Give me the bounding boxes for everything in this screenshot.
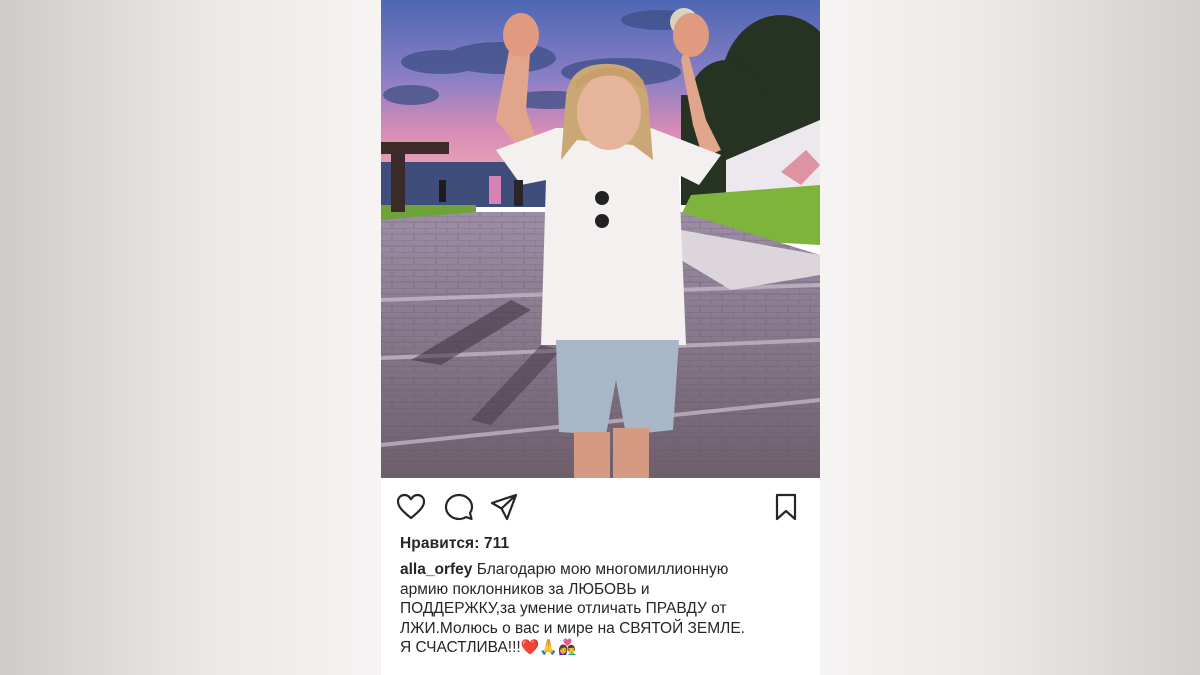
like-button[interactable] (396, 492, 426, 522)
caption-line-5: Я СЧАСТЛИВА!!!❤️🙏👩‍❤️‍👨 (400, 638, 795, 658)
bookmark-icon (775, 493, 797, 521)
photo-illustration (381, 0, 820, 478)
caption-emoji: ❤️🙏👩‍❤️‍👨 (520, 638, 577, 656)
caption-text: Благодарю мою многомиллионную (476, 561, 729, 578)
caption-line-1: alla_orfey Благодарю мою многомиллионную (400, 560, 795, 580)
heart-icon (396, 493, 426, 520)
instagram-post: Нравится: 711 alla_orfey Благодарю мою м… (381, 0, 820, 675)
caption-line-4: ЛЖИ.Молюсь о вас и мире на СВЯТОЙ ЗЕМЛЕ. (400, 619, 745, 637)
likes-count[interactable]: Нравится: 711 (400, 535, 509, 553)
paper-plane-icon (490, 493, 518, 521)
post-actions (381, 478, 820, 534)
post-photo[interactable] (381, 0, 820, 478)
comment-icon (444, 493, 474, 521)
caption-line-3: ПОДДЕРЖКУ,за умение отличать ПРАВДУ от (400, 600, 727, 617)
username-link[interactable]: alla_orfey (400, 561, 472, 578)
comment-button[interactable] (444, 492, 474, 522)
save-button[interactable] (771, 492, 801, 522)
share-button[interactable] (489, 492, 519, 522)
post-caption: alla_orfey Благодарю мою многомиллионную… (400, 560, 795, 658)
caption-line-2: армию поклонников за ЛЮБОВЬ и (400, 580, 650, 598)
caption-text: Я СЧАСТЛИВА!!! (400, 639, 521, 656)
